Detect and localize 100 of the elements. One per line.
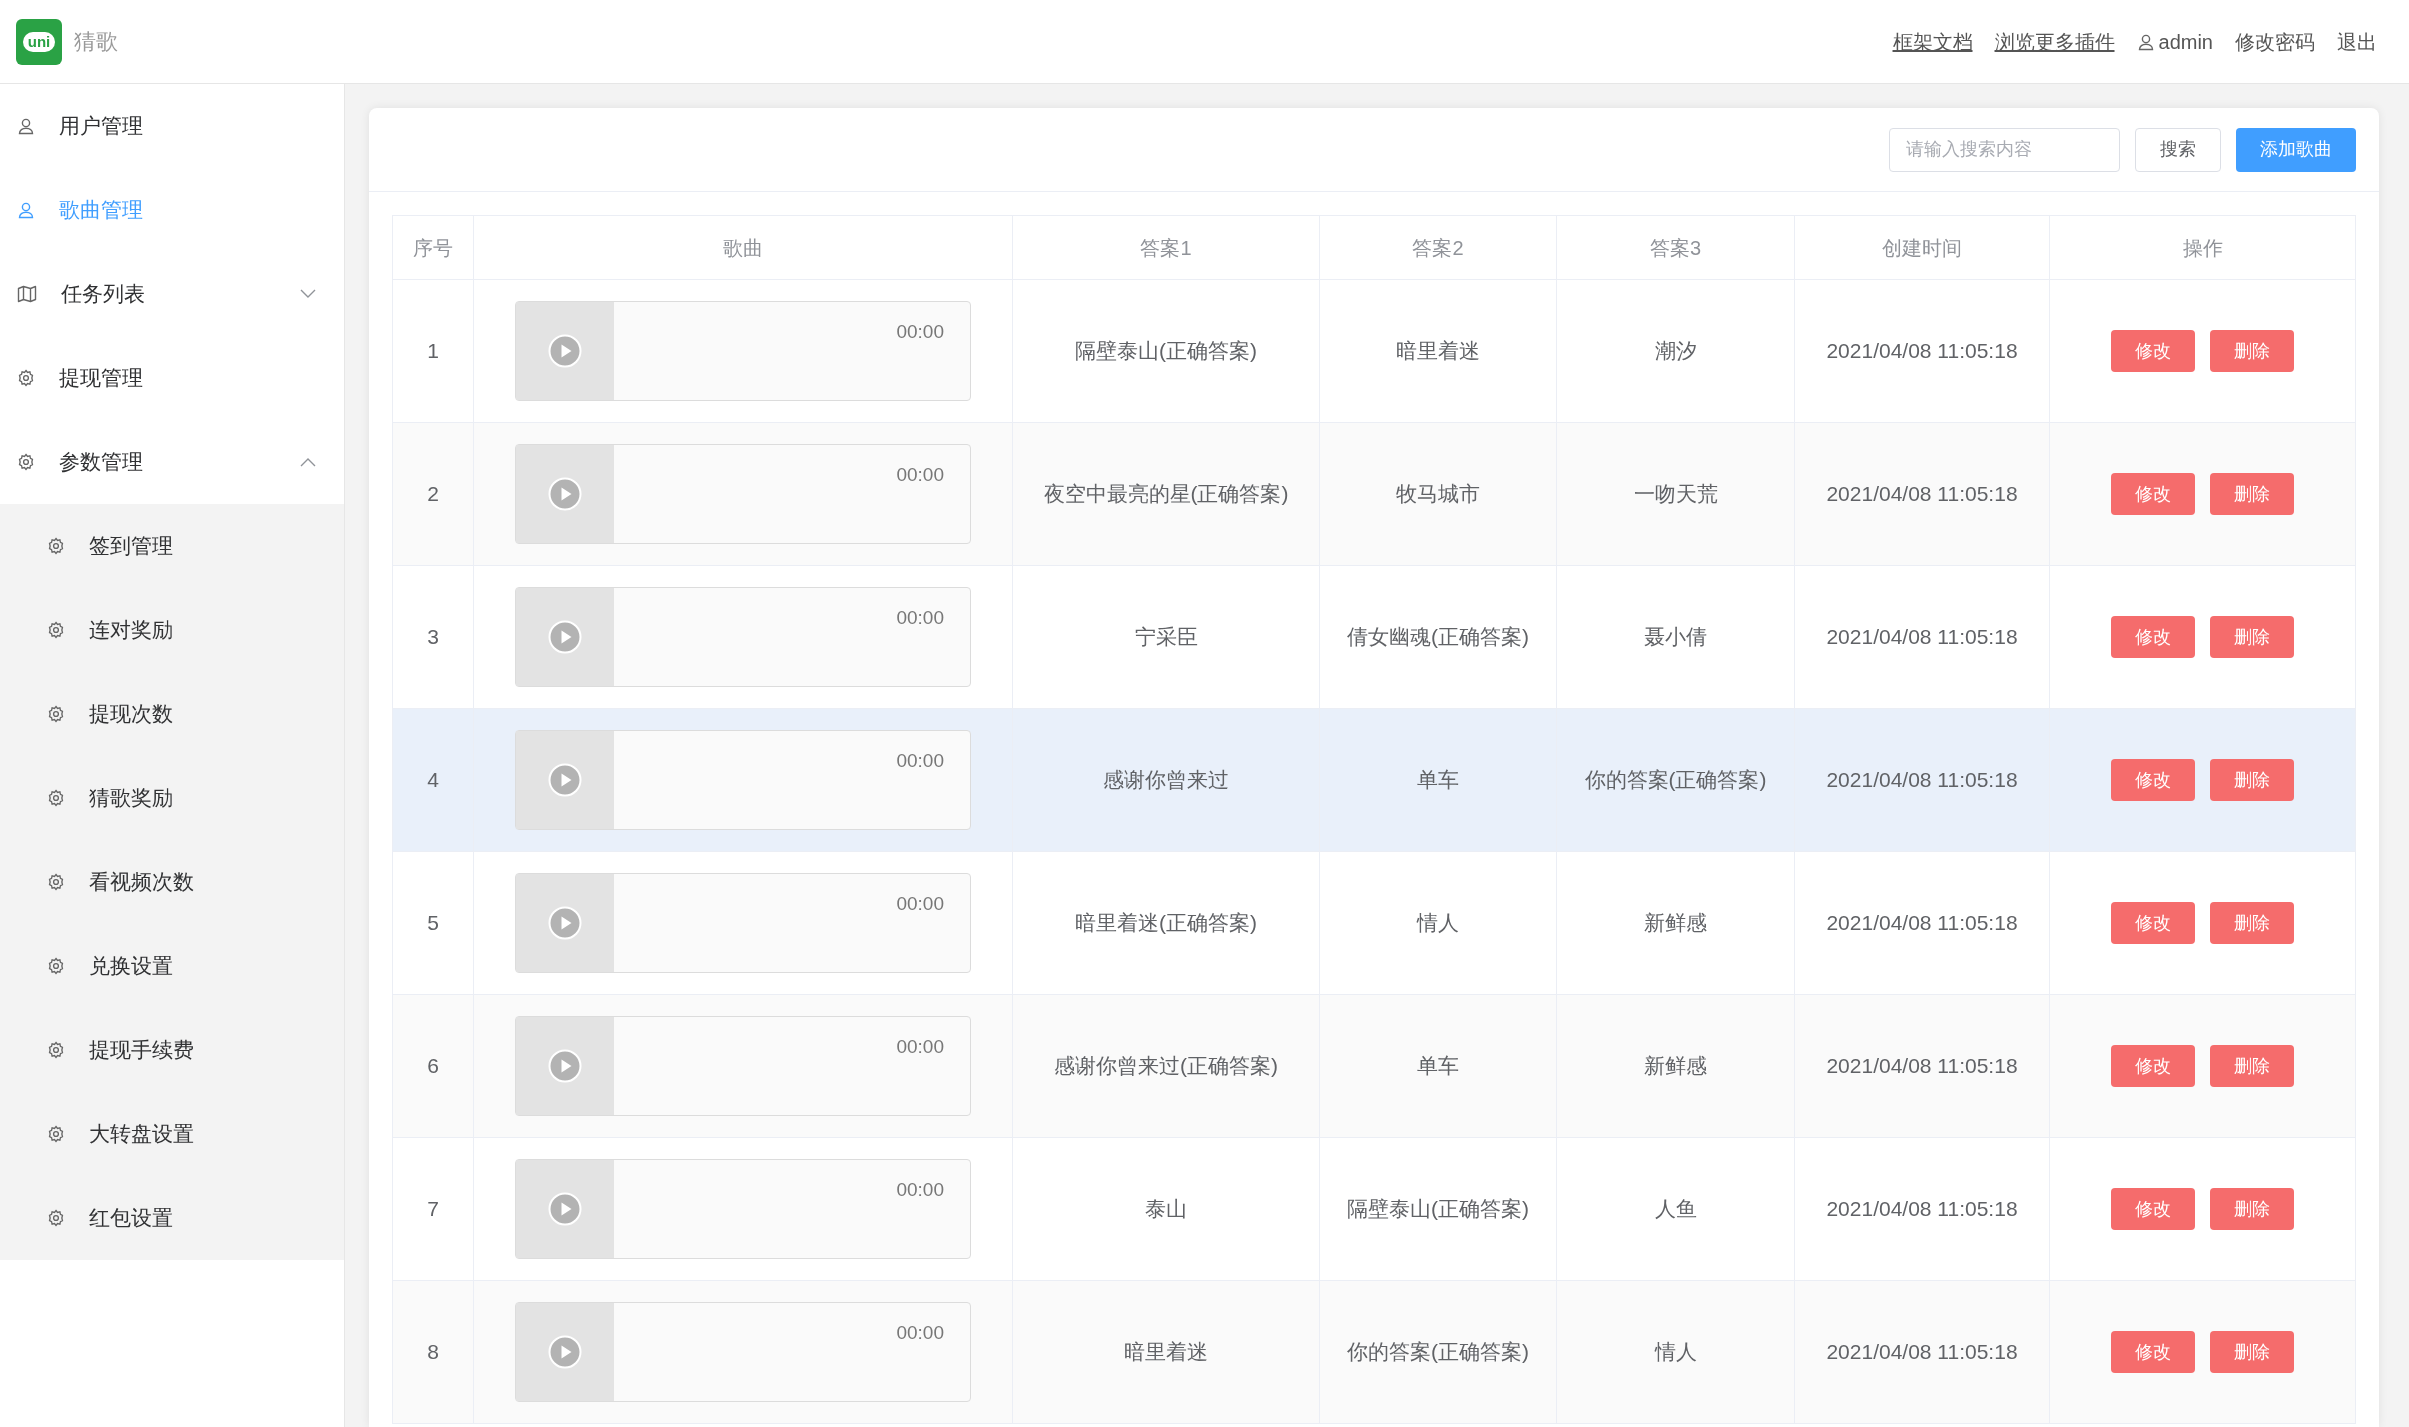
submenu-item[interactable]: 提现次数: [0, 672, 344, 756]
audio-player[interactable]: 00:00: [515, 1302, 971, 1402]
table-cell: 隔壁泰山(正确答案): [1319, 1137, 1557, 1281]
table-cell: 宁采臣: [1012, 565, 1320, 709]
audio-player[interactable]: 00:00: [515, 1159, 971, 1259]
column-header: 答案3: [1556, 215, 1795, 280]
table-cell: 2021/04/08 11:05:18: [1794, 1137, 2050, 1281]
edit-button[interactable]: 修改: [2111, 473, 2195, 515]
play-icon[interactable]: [548, 477, 582, 511]
table-cell: 情人: [1556, 1280, 1795, 1424]
table-cell: 2021/04/08 11:05:18: [1794, 565, 2050, 709]
sidebar-item[interactable]: 用户管理: [0, 84, 344, 168]
search-button[interactable]: 搜索: [2135, 127, 2221, 172]
logo: uni: [16, 18, 62, 65]
edit-button[interactable]: 修改: [2111, 616, 2195, 658]
audio-time: 00:00: [896, 894, 944, 916]
add-song-button[interactable]: 添加歌曲: [2236, 127, 2356, 172]
table-cell: 1: [392, 279, 474, 423]
header-link[interactable]: 框架文档: [1892, 26, 1973, 57]
table-cell: 2021/04/08 11:05:18: [1794, 279, 2050, 423]
search-field[interactable]: 请输入搜索内容: [1889, 127, 2120, 172]
sidebar-item[interactable]: 歌曲管理: [0, 168, 344, 252]
audio-time: 00:00: [896, 751, 944, 773]
play-icon[interactable]: [548, 1192, 582, 1226]
sidebar-item[interactable]: 提现管理: [0, 336, 344, 420]
gear-icon: [47, 1041, 65, 1059]
table-cell: 8: [392, 1280, 474, 1424]
sidebar-item[interactable]: 任务列表: [0, 252, 344, 336]
edit-button[interactable]: 修改: [2111, 1045, 2195, 1087]
user-icon: [2136, 32, 2155, 51]
delete-button[interactable]: 删除: [2210, 473, 2294, 515]
table-cell: 暗里着迷(正确答案): [1012, 851, 1320, 995]
audio-player[interactable]: 00:00: [515, 587, 971, 687]
gear-icon: [47, 789, 65, 807]
user-icon: [17, 201, 35, 219]
delete-button[interactable]: 删除: [2210, 1331, 2294, 1373]
map-icon: [17, 285, 37, 303]
play-icon[interactable]: [548, 906, 582, 940]
play-icon[interactable]: [548, 1049, 582, 1083]
edit-button[interactable]: 修改: [2111, 1331, 2195, 1373]
submenu-item[interactable]: 提现手续费: [0, 1008, 344, 1092]
table-cell: 暗里着迷: [1012, 1280, 1320, 1424]
submenu-item[interactable]: 看视频次数: [0, 840, 344, 924]
play-icon[interactable]: [548, 763, 582, 797]
table-cell: 泰山: [1012, 1137, 1320, 1281]
table-cell: 夜空中最亮的星(正确答案): [1012, 422, 1320, 566]
column-header: 歌曲: [473, 215, 1013, 280]
table-cell: 6: [392, 994, 474, 1138]
table-cell: 2021/04/08 11:05:18: [1794, 851, 2050, 995]
submenu-item[interactable]: 兑换设置: [0, 924, 344, 1008]
table-cell: 聂小倩: [1556, 565, 1795, 709]
table-cell: 感谢你曾来过: [1012, 708, 1320, 852]
gear-icon: [47, 621, 65, 639]
table-cell: 牧马城市: [1319, 422, 1557, 566]
table-cell: 你的答案(正确答案): [1556, 708, 1795, 852]
table-cell: 2021/04/08 11:05:18: [1794, 422, 2050, 566]
table-cell: 4: [392, 708, 474, 852]
edit-button[interactable]: 修改: [2111, 902, 2195, 944]
audio-time: 00:00: [896, 608, 944, 630]
gear-icon: [47, 705, 65, 723]
header-link[interactable]: 退出: [2337, 26, 2377, 57]
delete-button[interactable]: 删除: [2210, 616, 2294, 658]
play-icon[interactable]: [548, 1335, 582, 1369]
table-cell: 倩女幽魂(正确答案): [1319, 565, 1557, 709]
delete-button[interactable]: 删除: [2210, 1045, 2294, 1087]
submenu-item[interactable]: 签到管理: [0, 504, 344, 588]
table-cell: 单车: [1319, 708, 1557, 852]
submenu-item[interactable]: 连对奖励: [0, 588, 344, 672]
submenu-item[interactable]: 大转盘设置: [0, 1092, 344, 1176]
delete-button[interactable]: 删除: [2210, 902, 2294, 944]
audio-player[interactable]: 00:00: [515, 301, 971, 401]
header-link[interactable]: 修改密码: [2235, 26, 2315, 57]
header-link[interactable]: 浏览更多插件: [1994, 26, 2115, 57]
table-cell: 新鲜感: [1556, 851, 1795, 995]
audio-player[interactable]: 00:00: [515, 1016, 971, 1116]
user-name[interactable]: admin: [2158, 26, 2213, 57]
play-icon[interactable]: [548, 334, 582, 368]
delete-button[interactable]: 删除: [2210, 1188, 2294, 1230]
audio-player[interactable]: 00:00: [515, 730, 971, 830]
audio-time: 00:00: [896, 1180, 944, 1202]
play-icon[interactable]: [548, 620, 582, 654]
audio-player[interactable]: 00:00: [515, 444, 971, 544]
column-header: 操作: [2049, 215, 2356, 280]
column-header: 答案1: [1012, 215, 1320, 280]
submenu-item[interactable]: 红包设置: [0, 1176, 344, 1260]
submenu-item[interactable]: 猜歌奖励: [0, 756, 344, 840]
table-cell: 单车: [1319, 994, 1557, 1138]
audio-time: 00:00: [896, 322, 944, 344]
table-cell: 潮汐: [1556, 279, 1795, 423]
edit-button[interactable]: 修改: [2111, 1188, 2195, 1230]
sidebar-item[interactable]: 参数管理: [0, 420, 344, 504]
delete-button[interactable]: 删除: [2210, 330, 2294, 372]
table-cell: 5: [392, 851, 474, 995]
edit-button[interactable]: 修改: [2111, 330, 2195, 372]
audio-player[interactable]: 00:00: [515, 873, 971, 973]
audio-time: 00:00: [896, 465, 944, 487]
table-cell: 2021/04/08 11:05:18: [1794, 1280, 2050, 1424]
delete-button[interactable]: 删除: [2210, 759, 2294, 801]
table-cell: 感谢你曾来过(正确答案): [1012, 994, 1320, 1138]
edit-button[interactable]: 修改: [2111, 759, 2195, 801]
